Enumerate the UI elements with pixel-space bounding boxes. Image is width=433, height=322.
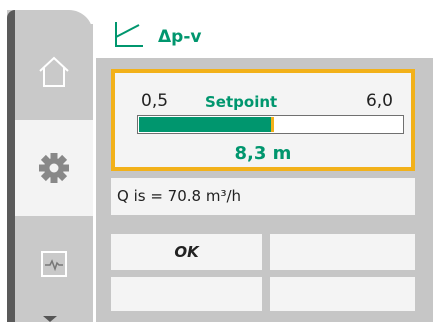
setpoint-value: 8,3 m (234, 143, 292, 164)
setpoint-editor[interactable]: 0,5 Setpoint 6,0 8,3 m (111, 69, 415, 171)
flow-readout: Q is = 70.8 m³/h (117, 187, 242, 205)
empty-button-1[interactable] (270, 234, 415, 270)
nav-rail (7, 10, 93, 322)
nav-item-home[interactable] (15, 24, 93, 120)
flow-readout-row: Q is = 70.8 m³/h (111, 178, 415, 215)
device-screen: Δp-v 0,5 Setpoint 6,0 8,3 m Q is = 70.8 … (0, 0, 433, 322)
diagnostics-icon (41, 251, 67, 277)
control-mode-title: Δp-v (158, 27, 202, 47)
setpoint-min-label: 0,5 (141, 91, 169, 111)
ok-button-label: OK (174, 243, 199, 261)
nav-item-diagnostics[interactable] (15, 216, 93, 312)
ok-button[interactable]: OK (111, 234, 262, 270)
setpoint-max-label: 6,0 (365, 91, 393, 111)
setpoint-slider-handle[interactable] (271, 117, 274, 132)
header-bar: Δp-v (96, 0, 433, 58)
nav-item-settings[interactable] (15, 120, 93, 216)
setpoint-slider[interactable] (137, 115, 404, 134)
rail-edge (7, 10, 15, 322)
empty-button-3[interactable] (270, 277, 415, 311)
setpoint-slider-fill (139, 117, 271, 132)
chevron-down-icon[interactable] (43, 316, 57, 322)
empty-button-2[interactable] (111, 277, 262, 311)
main-panel: 0,5 Setpoint 6,0 8,3 m Q is = 70.8 m³/h … (96, 58, 433, 322)
setpoint-title: Setpoint (205, 93, 278, 111)
proportional-pressure-curve-icon (115, 22, 143, 47)
home-icon (39, 56, 69, 87)
gear-icon (39, 153, 69, 183)
